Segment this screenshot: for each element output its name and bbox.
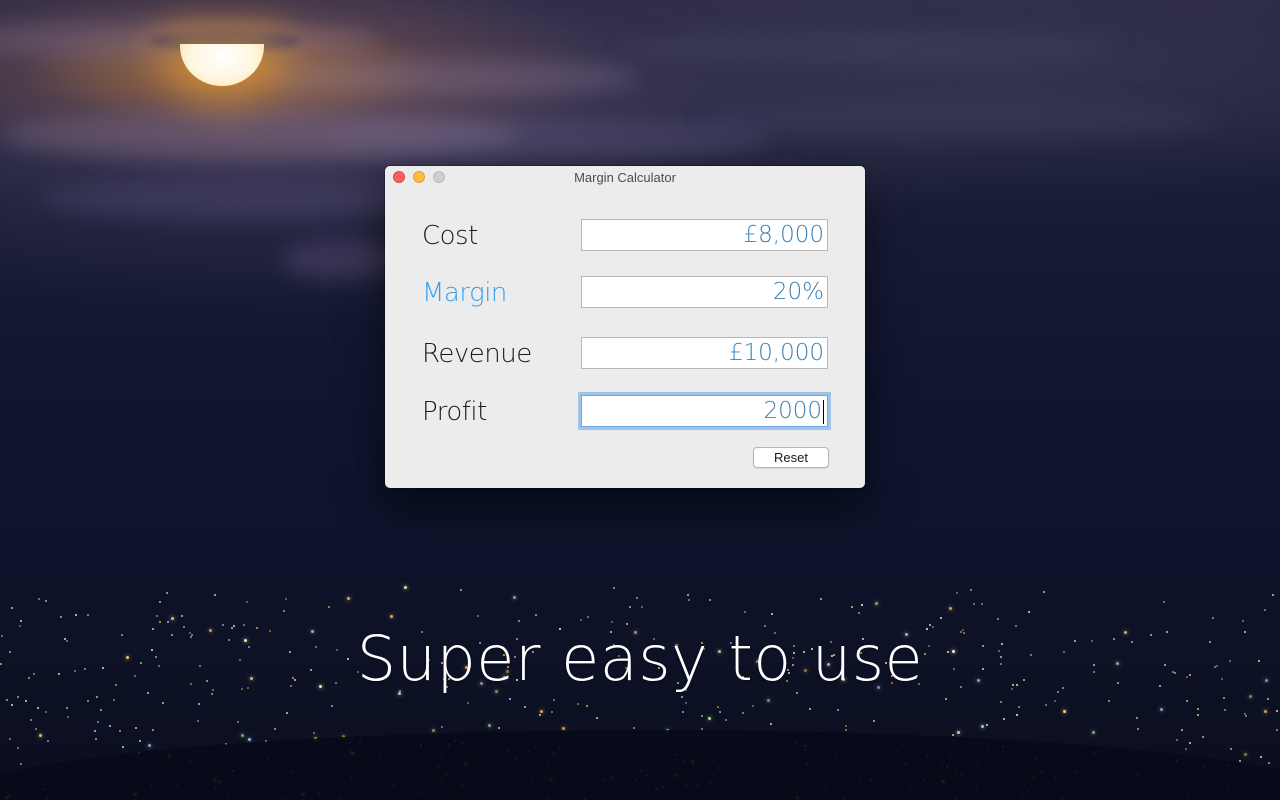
- revenue-row: Revenue £10,000: [385, 337, 865, 371]
- margin-label: Margin: [422, 278, 507, 308]
- reset-button[interactable]: Reset: [753, 447, 829, 468]
- profit-label: Profit: [422, 397, 487, 427]
- title-bar[interactable]: Margin Calculator: [385, 166, 865, 188]
- moon-image: [180, 44, 264, 86]
- cost-field[interactable]: £8,000: [581, 219, 828, 251]
- profit-value: 2000: [763, 398, 822, 424]
- tagline-text: Super easy to use: [356, 622, 924, 695]
- profit-field[interactable]: 2000: [581, 395, 828, 427]
- margin-field[interactable]: 20%: [581, 276, 828, 308]
- window-title: Margin Calculator: [574, 170, 676, 185]
- margin-row: Margin 20%: [385, 276, 865, 310]
- margin-calculator-window: Margin Calculator Cost £8,000 Margin 20%…: [385, 166, 865, 488]
- text-caret: [823, 399, 824, 424]
- revenue-label: Revenue: [422, 339, 532, 369]
- profit-row: Profit 2000: [385, 395, 865, 429]
- cost-label: Cost: [422, 221, 478, 251]
- cost-row: Cost £8,000: [385, 219, 865, 253]
- revenue-field[interactable]: £10,000: [581, 337, 828, 369]
